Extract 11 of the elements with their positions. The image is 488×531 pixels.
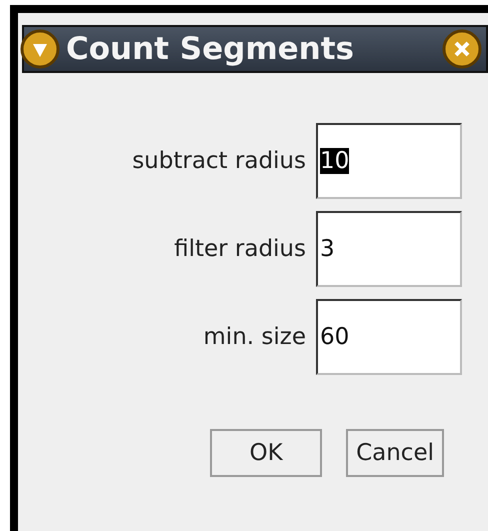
cancel-button[interactable]: Cancel: [346, 429, 444, 477]
close-icon[interactable]: [442, 29, 482, 69]
field-label: subtract radius: [132, 148, 306, 174]
input-field[interactable]: 10: [316, 123, 462, 199]
field-label: min. size: [203, 324, 306, 350]
menu-icon[interactable]: [20, 29, 60, 69]
input-field[interactable]: 60: [316, 299, 462, 375]
ok-button[interactable]: OK: [210, 429, 322, 477]
input-field[interactable]: 3: [316, 211, 462, 287]
window-title: Count Segments: [66, 31, 354, 67]
field-label: filter radius: [174, 236, 306, 262]
